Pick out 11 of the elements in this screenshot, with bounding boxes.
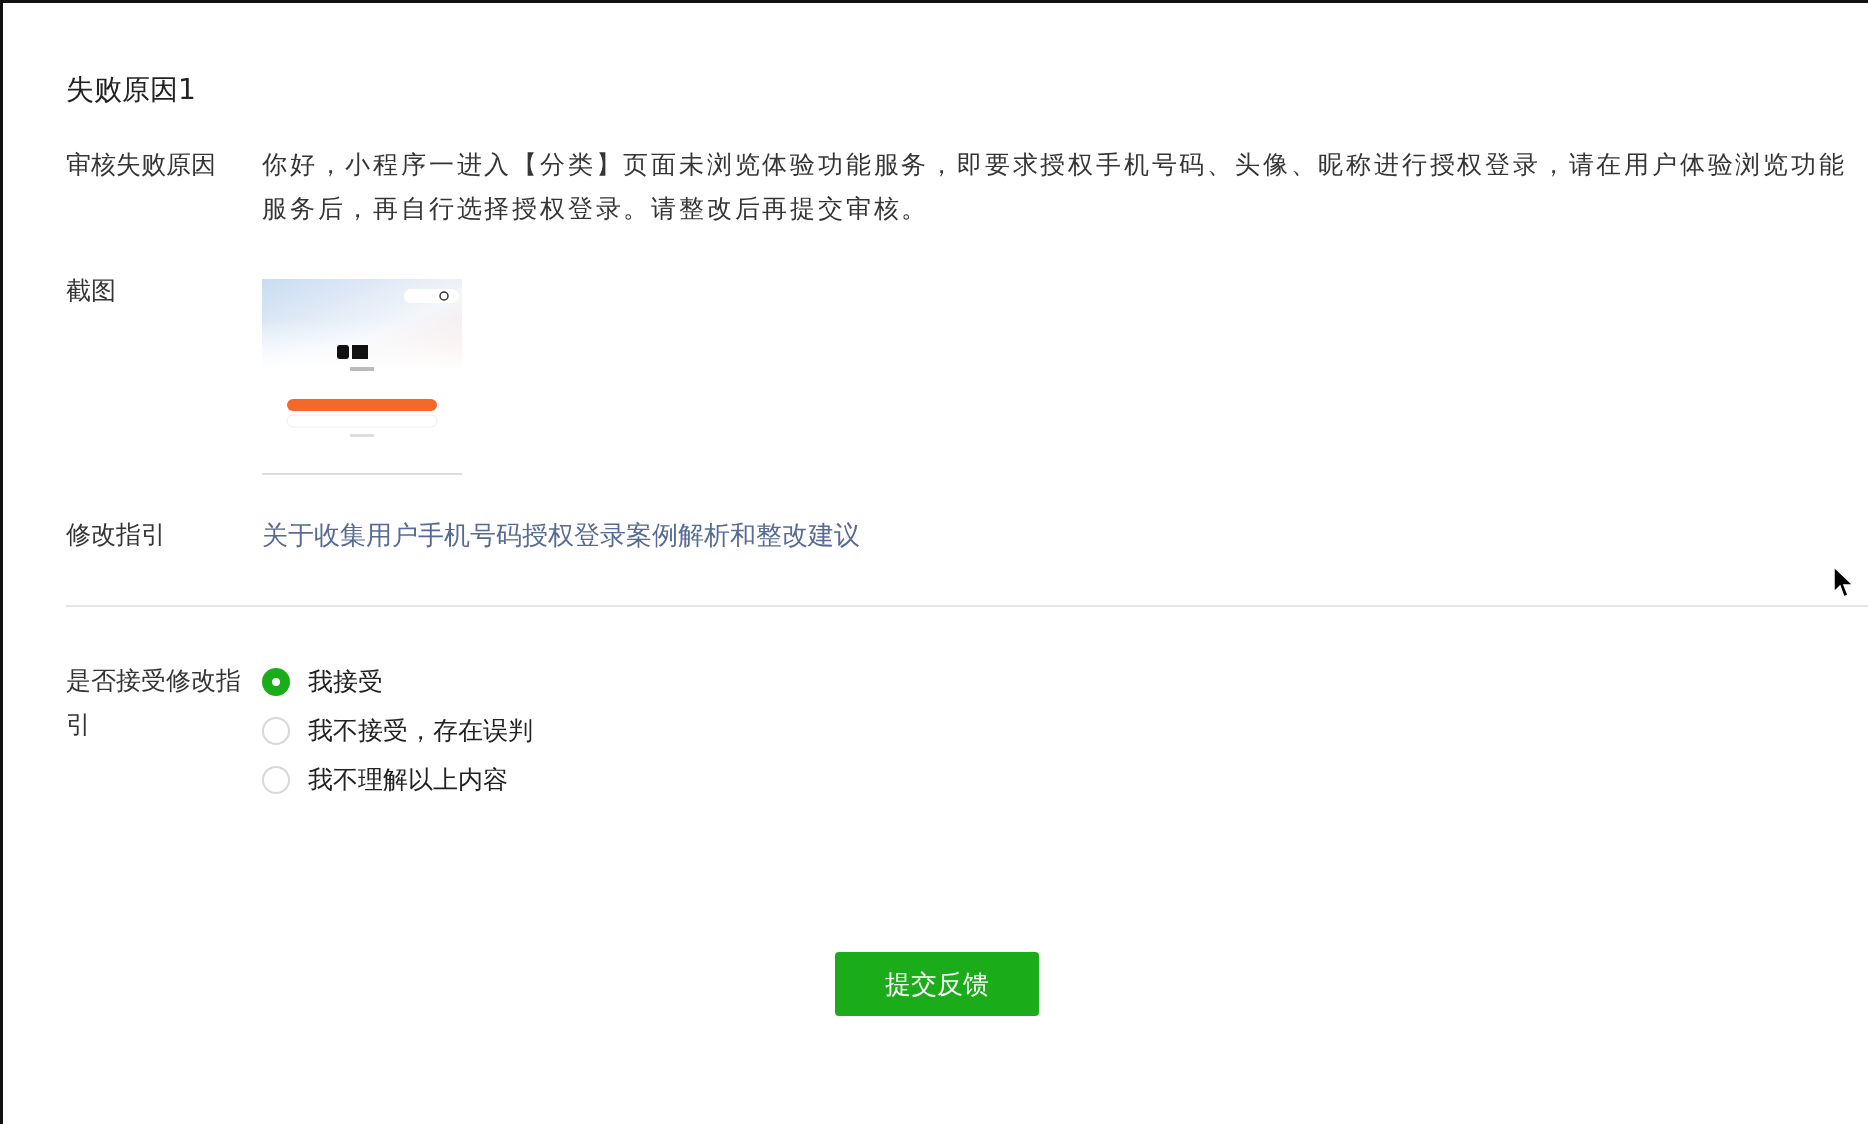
field-label: 修改指引 bbox=[66, 519, 167, 551]
field-label: 是否接受修改指引 bbox=[66, 665, 242, 741]
radio-button[interactable] bbox=[262, 667, 290, 696]
field-label: 审核失败原因 bbox=[66, 149, 217, 181]
radio-option[interactable]: 我接受 bbox=[262, 659, 533, 704]
guide-link[interactable]: 关于收集用户手机号码授权登录案例解析和整改建议 bbox=[262, 520, 860, 550]
reason-text: 你好，小程序一进入【分类】页面未浏览体验功能服务，即要求授权手机号码、头像、昵称进行授权登录，请在用户体验浏览功能服务后，再自行选择授权登录。请整改后再提交审核。 bbox=[262, 149, 1848, 225]
field-label: 截图 bbox=[66, 275, 117, 307]
radio-option[interactable]: 我不理解以上内容 bbox=[262, 757, 533, 802]
section-title: 失败原因1 bbox=[66, 72, 197, 108]
radio-option[interactable]: 我不接受，存在误判 bbox=[262, 708, 533, 753]
